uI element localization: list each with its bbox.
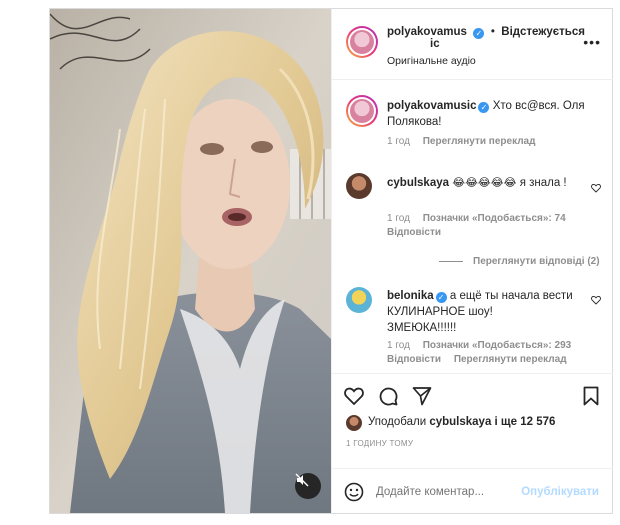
reply-button[interactable]: Відповісти: [387, 354, 441, 365]
comment-emoji: 😂😂😂😂😂: [452, 177, 517, 189]
comment-time: 1 год: [387, 340, 410, 351]
post-timestamp[interactable]: 1 ГОДИНУ ТОМУ: [346, 439, 413, 448]
like-heart-icon[interactable]: [344, 387, 364, 405]
comment-text-block: cybulskaya 😂😂😂😂😂 я знала !: [387, 175, 577, 191]
comment-time: 1 год: [387, 213, 410, 224]
commenter-avatar[interactable]: [346, 173, 372, 199]
comment-text: я знала !: [519, 177, 567, 189]
likes-prefix: Уподобали: [368, 416, 427, 428]
caption-avatar[interactable]: [346, 95, 378, 127]
replies-divider: [439, 261, 463, 262]
liker-avatar[interactable]: [346, 415, 362, 431]
like-comment-heart-icon[interactable]: [591, 183, 601, 193]
video-frame: [50, 9, 331, 513]
mute-toggle-button[interactable]: [295, 473, 321, 499]
comment-text-line: КУЛИНАРНОЕ шоу!: [387, 306, 493, 318]
emoji-smiley-icon[interactable]: [344, 482, 364, 502]
author-username-wrap[interactable]: ic: [430, 38, 440, 50]
caption-username[interactable]: polyakovamusic: [387, 100, 476, 112]
verified-badge-icon: ✓: [478, 102, 490, 113]
like-comment-heart-icon[interactable]: [591, 295, 601, 305]
comment-username[interactable]: belonika: [387, 290, 434, 302]
comment-likes-count[interactable]: Позначки «Подобається»: 74: [423, 213, 566, 224]
comment-meta: 1 год Позначки «Подобається»: 74: [387, 213, 566, 224]
add-comment-bar: Опублікувати: [332, 468, 613, 514]
verified-badge-icon: ✓: [435, 292, 447, 303]
commenter-avatar[interactable]: [346, 287, 372, 313]
comment-input[interactable]: [376, 482, 516, 502]
see-translation-link[interactable]: Переглянути переклад: [454, 354, 567, 365]
likes-user[interactable]: cybulskaya: [429, 416, 491, 428]
post-video[interactable]: [50, 9, 331, 513]
publish-button[interactable]: Опублікувати: [521, 486, 599, 498]
comment-actions: Відповісти Переглянути переклад: [387, 354, 567, 365]
see-translation-link[interactable]: Переглянути переклад: [423, 136, 536, 147]
likes-summary[interactable]: Уподобали cybulskaya і ще 12 576: [368, 416, 555, 428]
comment-text-line: а ещё ты начала вести: [449, 290, 573, 302]
caption-text-block: polyakovamusic ✓ Хто вс@вся. Оля Полякова…: [387, 98, 597, 130]
comment-bubble-icon[interactable]: [378, 386, 398, 406]
original-audio-link[interactable]: Оригінальне аудіо: [387, 55, 476, 67]
post-side-panel: polyakovamus ✓ • Відстежується ic Оригін…: [331, 9, 613, 513]
comment-text-line: ЗМЕЮКА!!!!!!: [387, 322, 457, 334]
comment-meta: 1 год Позначки «Подобається»: 293: [387, 340, 571, 351]
post-header: polyakovamus ✓ • Відстежується ic Оригін…: [332, 9, 613, 80]
instagram-post-card: polyakovamus ✓ • Відстежується ic Оригін…: [49, 8, 613, 514]
post-actions-bar: [332, 373, 613, 414]
header-separator: •: [490, 26, 495, 38]
comment-text-block: belonika ✓ а ещё ты начала вести КУЛИНАРН…: [387, 288, 587, 336]
caption-meta: 1 год Переглянути переклад: [387, 136, 535, 147]
verified-badge-icon: ✓: [473, 28, 485, 39]
reply-button[interactable]: Відповісти: [387, 227, 441, 238]
likes-count[interactable]: і ще 12 576: [495, 416, 556, 428]
following-button[interactable]: Відстежується: [501, 26, 585, 38]
muted-speaker-icon: [295, 473, 309, 487]
view-replies-button[interactable]: Переглянути відповіді (2): [473, 256, 600, 267]
author-username[interactable]: polyakovamus: [387, 26, 467, 38]
author-avatar[interactable]: [346, 26, 378, 58]
save-bookmark-icon[interactable]: [583, 386, 599, 406]
comment-username[interactable]: cybulskaya: [387, 177, 449, 189]
share-paper-plane-icon[interactable]: [412, 386, 432, 406]
caption-time: 1 год: [387, 136, 410, 147]
more-options-icon[interactable]: •••: [583, 35, 601, 49]
comment-likes-count[interactable]: Позначки «Подобається»: 293: [423, 340, 571, 351]
